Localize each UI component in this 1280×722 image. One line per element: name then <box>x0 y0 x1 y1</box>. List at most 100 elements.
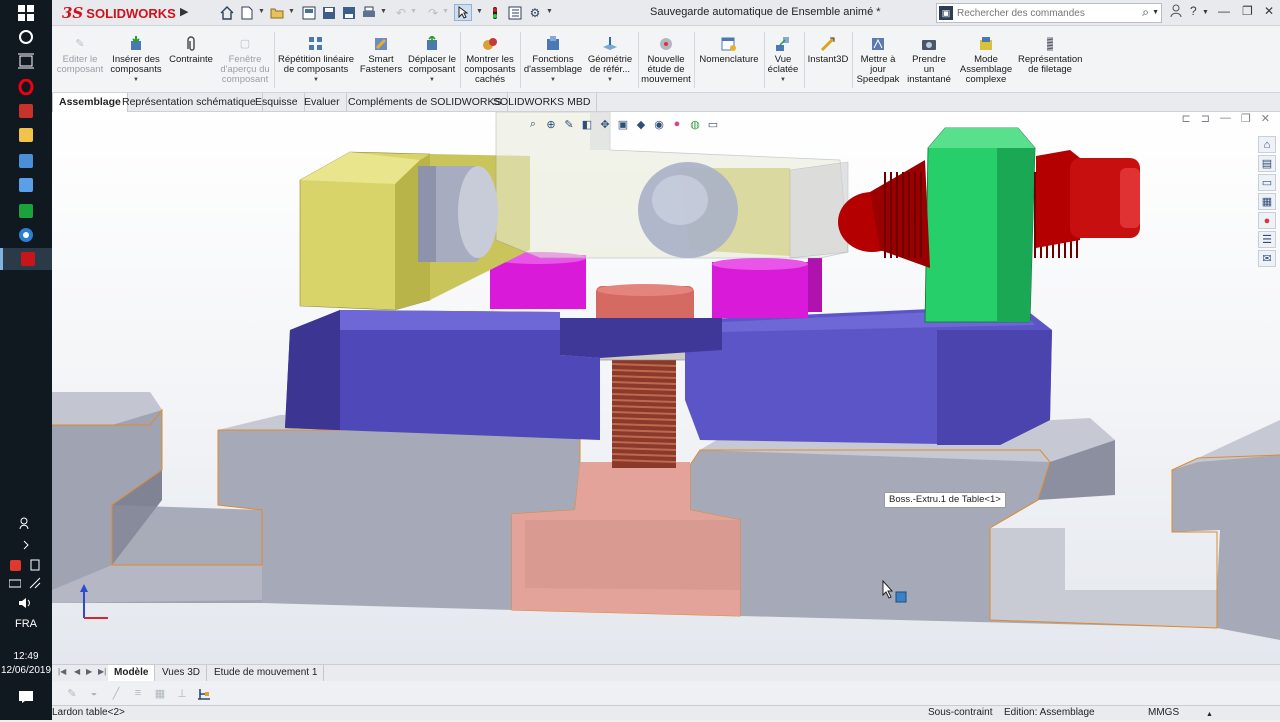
tab-complements-solidworks[interactable]: Compléments de SOLIDWORKS <box>342 93 509 112</box>
maximize-icon[interactable]: ❐ <box>1242 4 1253 18</box>
reference-geometry-button[interactable]: Géométrie de référ... ▼ <box>586 36 634 85</box>
linear-pattern-dropdown-icon[interactable]: ▼ <box>276 75 356 85</box>
print-icon[interactable] <box>360 4 378 21</box>
hide-show-items-icon[interactable]: ◉ <box>652 117 666 131</box>
file-explorer-pane-icon[interactable]: ▭ <box>1258 174 1276 191</box>
linear-component-pattern-button[interactable]: Répétition linéaire de composants ▼ <box>276 36 356 85</box>
relations-icon[interactable]: ⊥ <box>174 685 190 701</box>
home-icon[interactable] <box>218 4 236 21</box>
zoom-to-area-icon[interactable]: ⊕ <box>544 117 558 131</box>
sketch-icon[interactable]: ✎ <box>64 685 80 701</box>
quick-snaps-icon[interactable] <box>196 685 212 701</box>
previous-view-icon[interactable]: ✎ <box>562 117 576 131</box>
appearances-icon[interactable]: ● <box>1258 212 1276 229</box>
app-icon-green[interactable] <box>14 200 38 222</box>
task-view-icon[interactable] <box>14 50 38 72</box>
keyboard-icon[interactable] <box>8 572 22 594</box>
undo-icon[interactable]: ↶ <box>392 4 410 21</box>
search-dropdown-icon[interactable]: ▼ <box>1152 9 1159 16</box>
assembly-features-button[interactable]: Fonctions d'assemblage ▼ <box>522 36 584 85</box>
section-view-icon[interactable]: ◧ <box>580 117 594 131</box>
save-icon[interactable] <box>320 4 338 21</box>
notifications-icon[interactable] <box>14 686 38 708</box>
dynamic-annotation-icon[interactable]: ✥ <box>598 117 612 131</box>
people-icon[interactable] <box>14 512 38 534</box>
volume-icon[interactable] <box>14 592 38 614</box>
edit-component-button[interactable]: ✎ Editer le composant <box>56 36 104 75</box>
close-icon[interactable]: ✕ <box>1264 4 1274 18</box>
move-component-button[interactable]: Déplacer le composant ▼ <box>406 36 458 85</box>
opera-icon[interactable] <box>14 76 38 98</box>
windows-start-icon[interactable] <box>14 2 38 24</box>
instant3d-button[interactable]: Instant3D <box>806 36 850 65</box>
component-preview-window-button[interactable]: ▢ Fenêtre d'aperçu du composant <box>218 36 272 85</box>
app-icon-photo[interactable] <box>14 174 38 196</box>
first-tab-icon[interactable]: |◀ <box>58 667 66 676</box>
apply-scene-icon[interactable]: ◍ <box>688 117 702 131</box>
redo-icon[interactable]: ↷ <box>424 4 442 21</box>
options-gear-icon[interactable]: ⚙ <box>526 4 544 21</box>
tab-solidworks-mbd[interactable]: SOLIDWORKS MBD <box>487 93 598 112</box>
cortana-icon[interactable] <box>14 26 38 48</box>
command-search[interactable]: ▣ ⌕ ▼ <box>936 3 1162 23</box>
minimize-icon[interactable]: — <box>1218 4 1230 18</box>
assembly-3d-model[interactable] <box>52 112 1280 664</box>
browser-icon[interactable] <box>14 224 38 246</box>
reference-geometry-dropdown-icon[interactable]: ▼ <box>586 75 634 85</box>
print-dropdown-icon[interactable]: ▼ <box>380 8 387 15</box>
take-snapshot-button[interactable]: Prendre un instantané <box>904 36 954 85</box>
language-indicator[interactable]: FRA <box>0 618 52 630</box>
solidworks-taskbar-icon[interactable] <box>0 248 52 270</box>
tab-modele[interactable]: Modèle <box>108 665 156 681</box>
forum-icon[interactable]: ✉ <box>1258 250 1276 267</box>
file-explorer-icon[interactable] <box>14 124 38 146</box>
redo-dropdown-icon[interactable]: ▼ <box>442 8 449 15</box>
view-settings-icon[interactable]: ▭ <box>706 117 720 131</box>
select-dropdown-icon[interactable]: ▼ <box>476 8 483 15</box>
rebuild-icon[interactable] <box>486 4 504 21</box>
undo-dropdown-icon[interactable]: ▼ <box>410 8 417 15</box>
last-tab-icon[interactable]: ▶| <box>98 667 106 676</box>
file-properties-list-icon[interactable] <box>506 4 524 21</box>
insert-components-button[interactable]: Insérer des composants ▼ <box>110 36 162 85</box>
save-all-icon[interactable] <box>340 4 358 21</box>
transparent-clamp-part[interactable] <box>495 112 849 259</box>
view-palette-icon[interactable]: ▦ <box>1258 193 1276 210</box>
network-icon[interactable] <box>28 572 42 594</box>
status-units[interactable]: MMGS <box>1148 706 1179 720</box>
update-speedpak-button[interactable]: Mettre à jour Speedpak <box>854 36 902 85</box>
large-assembly-mode-button[interactable]: Mode Assemblage complexe <box>956 36 1016 85</box>
view-orientation-icon[interactable]: ▣ <box>616 117 630 131</box>
new-dropdown-icon[interactable]: ▼ <box>258 8 265 15</box>
solidworks-resources-icon[interactable]: ⌂ <box>1258 136 1276 153</box>
app-icon-blue[interactable] <box>14 150 38 172</box>
open-dropdown-icon[interactable]: ▼ <box>288 8 295 15</box>
next-tab-icon[interactable]: ▶ <box>86 667 92 676</box>
green-lever-part[interactable] <box>924 127 1036 323</box>
viewport-close-icon[interactable]: ✕ <box>1261 112 1270 125</box>
line-icon[interactable]: ╱ <box>108 685 124 701</box>
smart-fasteners-button[interactable]: Smart Fasteners <box>358 36 404 75</box>
display-style-icon[interactable]: ◆ <box>634 117 648 131</box>
options-dropdown-icon[interactable]: ▼ <box>546 8 553 15</box>
assembly-features-dropdown-icon[interactable]: ▼ <box>522 75 584 85</box>
viewport-minimize-icon[interactable]: — <box>1220 112 1231 125</box>
user-account-icon[interactable] <box>1170 4 1182 20</box>
select-cursor-icon[interactable] <box>454 4 472 21</box>
open-folder-icon[interactable] <box>268 4 286 21</box>
exploded-view-button[interactable]: Vue éclatée ▼ <box>766 36 800 85</box>
smart-dimension-icon[interactable]: ◒ <box>86 685 102 701</box>
thread-representation-button[interactable]: Représentation de filetage <box>1018 36 1082 75</box>
tab-vues-3d[interactable]: Vues 3D <box>156 665 207 681</box>
tab-evaluer[interactable]: Evaluer <box>298 93 347 112</box>
move-component-dropdown-icon[interactable]: ▼ <box>406 75 458 85</box>
new-motion-study-button[interactable]: Nouvelle étude de mouvement <box>640 36 692 85</box>
chevron-right-icon[interactable] <box>14 534 38 556</box>
edit-appearance-icon[interactable]: ● <box>670 117 684 131</box>
solidworks-logo[interactable]: 3S SOLIDWORKS <box>62 2 180 24</box>
office-app-icon[interactable] <box>14 100 38 122</box>
design-library-icon[interactable]: ▤ <box>1258 155 1276 172</box>
new-document-icon[interactable] <box>238 4 256 21</box>
search-input[interactable] <box>957 5 1135 21</box>
viewport-split-icon[interactable]: ⊐ <box>1201 112 1210 125</box>
